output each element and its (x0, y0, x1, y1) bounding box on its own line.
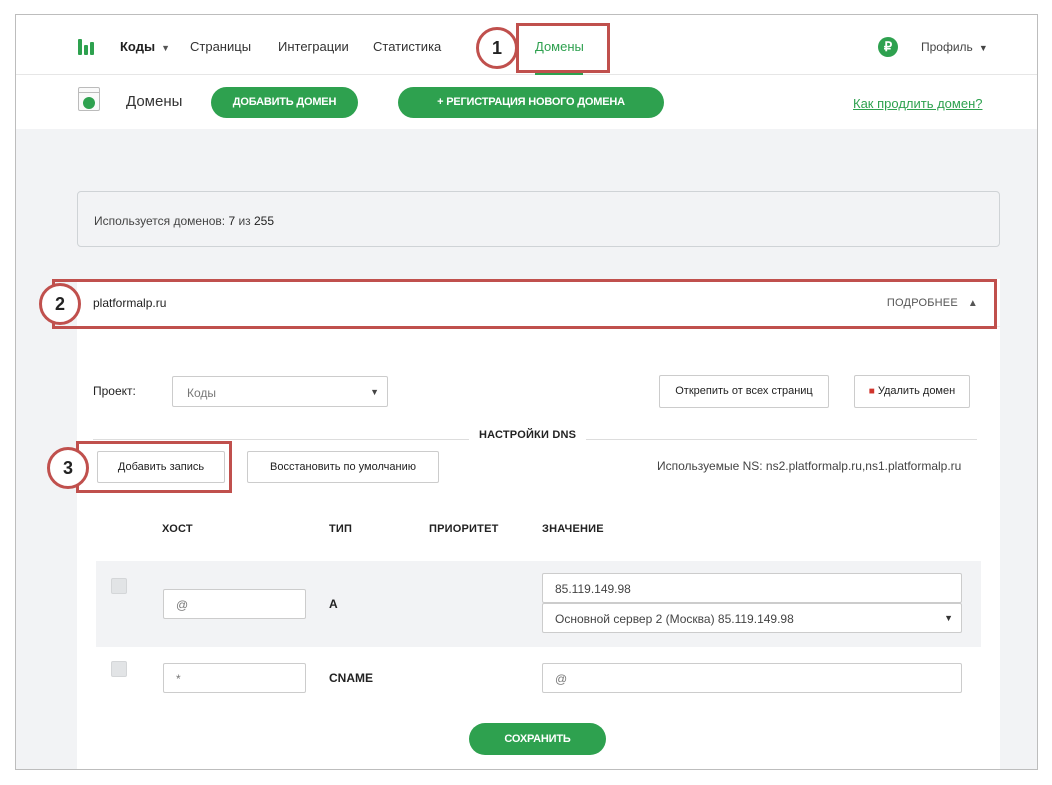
trash-icon: ■ (868, 386, 875, 397)
nav-item-pages[interactable]: Страницы (190, 39, 251, 54)
table-row: @ A 85.119.149.98 Основной сервер 2 (Мос… (96, 561, 981, 647)
page-header: Домены ДОБАВИТЬ ДОМЕН + РЕГИСТРАЦИЯ НОВО… (16, 75, 1037, 129)
annotation-marker-1: 1 (476, 27, 518, 69)
app-window: Коды ▼ Страницы Интеграции Статистика Дом… (15, 14, 1038, 770)
column-header-type: ТИП (329, 523, 353, 535)
unpin-all-pages-button[interactable]: Открепить от всех страниц (659, 375, 829, 408)
balance-icon[interactable]: ₽ (878, 37, 898, 57)
value-input[interactable]: @ (542, 663, 962, 693)
chevron-down-icon: ▼ (944, 613, 953, 623)
renew-domain-link[interactable]: Как продлить домен? (853, 96, 982, 111)
register-domain-button[interactable]: + РЕГИСТРАЦИЯ НОВОГО ДОМЕНА (398, 87, 664, 118)
dns-settings-title: НАСТРОЙКИ DNS (469, 429, 587, 441)
record-type: CNAME (329, 671, 373, 685)
domain-usage-panel: Используется доменов: 7 из 255 (77, 191, 1000, 247)
value-input[interactable]: 85.119.149.98 (542, 573, 962, 603)
column-header-host: ХОСТ (162, 523, 193, 535)
server-select[interactable]: Основной сервер 2 (Москва) 85.119.149.98… (542, 603, 962, 633)
record-checkbox[interactable] (111, 661, 127, 677)
annotation-box-2 (52, 279, 997, 329)
host-input[interactable]: @ (163, 589, 306, 619)
record-checkbox[interactable] (111, 578, 127, 594)
domains-icon (78, 87, 100, 111)
delete-domain-button[interactable]: ■ Удалить домен (854, 375, 970, 408)
annotation-box-1 (516, 23, 610, 73)
annotation-marker-2: 2 (39, 283, 81, 325)
page-title: Домены (126, 93, 183, 110)
host-input[interactable]: * (163, 663, 306, 693)
annotation-marker-3: 3 (47, 447, 89, 489)
record-type: A (329, 597, 338, 611)
chevron-down-icon: ▼ (370, 387, 379, 397)
table-row: * CNAME @ (96, 647, 981, 709)
domain-usage-text: Используется доменов: 7 из 255 (94, 214, 275, 228)
restore-defaults-button[interactable]: Восстановить по умолчанию (247, 451, 439, 483)
domain-card: platformalp.ru ПОДРОБНЕЕ ▲ Проект: Коды ▼… (77, 279, 1000, 769)
profile-menu[interactable]: Профиль ▼ (921, 40, 988, 54)
project-select[interactable]: Коды ▼ (172, 376, 388, 407)
nav-item-statistics[interactable]: Статистика (373, 39, 441, 54)
column-header-value: ЗНАЧЕНИЕ (542, 523, 604, 535)
nav-item-codes[interactable]: Коды ▼ (120, 39, 170, 54)
chevron-down-icon: ▼ (978, 43, 988, 53)
logo-icon[interactable] (78, 39, 96, 55)
chevron-down-icon: ▼ (161, 43, 170, 53)
nav-item-integrations[interactable]: Интеграции (278, 39, 349, 54)
nameservers-text: Используемые NS: ns2.platformalp.ru,ns1.… (657, 459, 962, 473)
save-button[interactable]: СОХРАНИТЬ (469, 723, 606, 755)
add-domain-button[interactable]: ДОБАВИТЬ ДОМЕН (211, 87, 358, 118)
annotation-box-3 (76, 441, 232, 493)
project-label: Проект: (93, 384, 136, 398)
column-header-priority: ПРИОРИТЕТ (429, 523, 499, 535)
